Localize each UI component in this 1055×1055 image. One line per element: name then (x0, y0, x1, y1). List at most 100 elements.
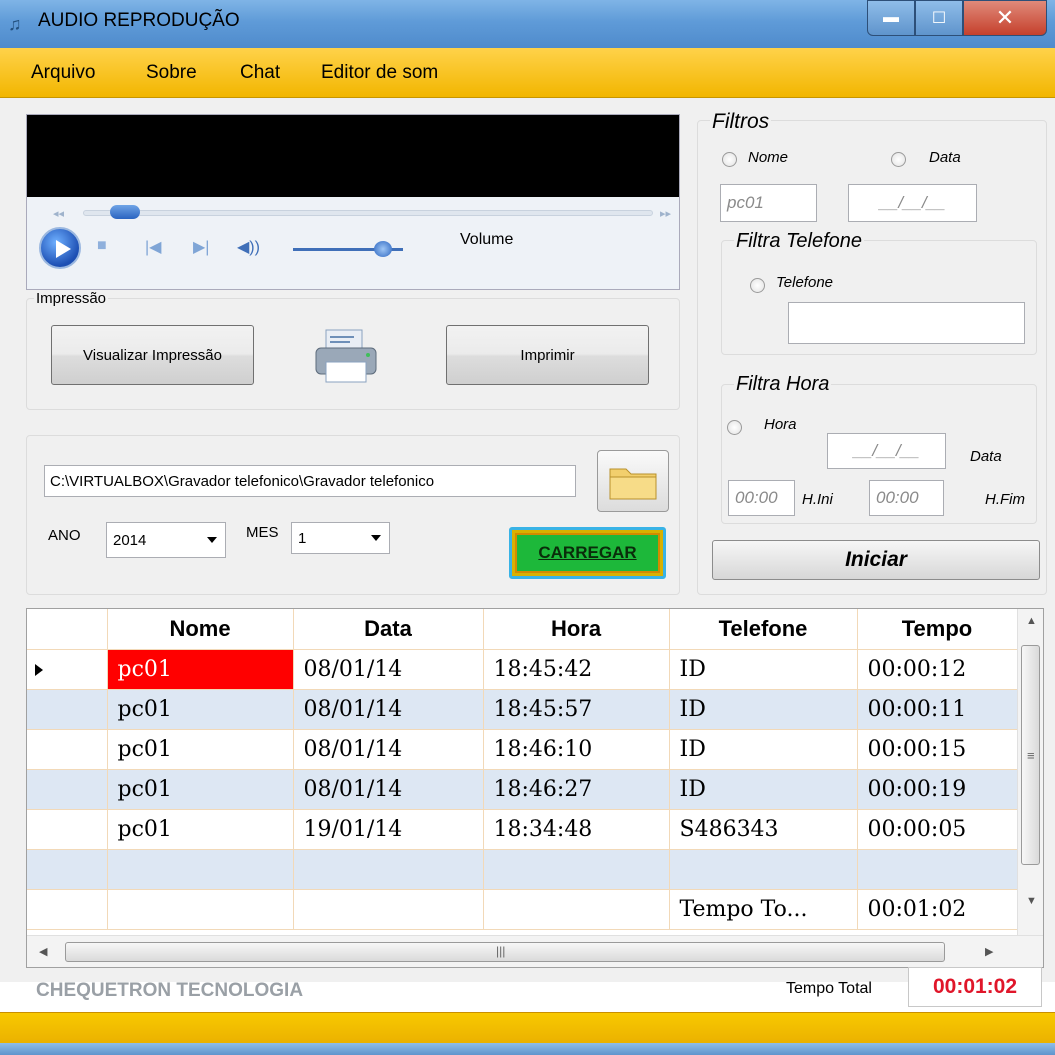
minimize-button[interactable]: ▬ (867, 0, 915, 36)
data-radio-label: Data (929, 149, 961, 166)
row-header[interactable] (27, 769, 108, 810)
stop-icon[interactable]: ■ (97, 237, 107, 255)
table-row[interactable]: pc01 08/01/14 18:46:27 ID 00:00:19 (27, 769, 1018, 810)
menu-editor-de-som[interactable]: Editor de som (321, 62, 438, 84)
column-header-data[interactable]: Data (293, 609, 484, 650)
speaker-icon[interactable]: ◀)) (237, 237, 260, 257)
hora-inicio-input[interactable]: 00:00 (728, 480, 795, 516)
cell-hora[interactable]: 18:45:57 (483, 689, 670, 730)
nome-filter-input[interactable]: pc01 (720, 184, 817, 222)
cell-telefone[interactable]: ID (669, 729, 858, 770)
table-row[interactable]: pc01 08/01/14 18:46:10 ID 00:00:15 (27, 729, 1018, 770)
vertical-scrollbar[interactable]: ▲ ≡ ▼ (1017, 609, 1043, 935)
column-header-tempo[interactable]: Tempo (857, 609, 1018, 650)
scroll-left-icon[interactable]: ◀ (39, 945, 47, 958)
cell-hora[interactable] (483, 849, 670, 890)
column-header-hora[interactable]: Hora (483, 609, 670, 650)
scroll-up-icon[interactable]: ▲ (1026, 615, 1037, 627)
menu-bar: Arquivo Sobre Chat Editor de som (0, 48, 1055, 98)
hora-data-input[interactable]: __/__/__ (827, 433, 946, 469)
cell-telefone[interactable]: ID (669, 769, 858, 810)
ano-select[interactable]: 2014 (106, 522, 226, 558)
seek-bar[interactable] (83, 210, 653, 216)
next-icon[interactable]: ▶| (193, 237, 209, 257)
carregar-button[interactable]: CARREGAR (509, 527, 666, 579)
seek-thumb[interactable] (110, 205, 140, 219)
cell-data[interactable]: 08/01/14 (293, 769, 484, 810)
file-path-input[interactable]: C:\VIRTUALBOX\Gravador telefonico\Gravad… (44, 465, 576, 497)
menu-sobre[interactable]: Sobre (146, 62, 197, 84)
cell-telefone[interactable]: ID (669, 649, 858, 690)
cell-data[interactable]: 19/01/14 (293, 809, 484, 850)
cell-tempo[interactable]: 00:00:12 (857, 649, 1018, 690)
print-button[interactable]: Imprimir (446, 325, 649, 385)
menu-arquivo[interactable]: Arquivo (31, 62, 95, 84)
horizontal-scroll-thumb[interactable]: ||| (65, 942, 945, 962)
iniciar-button[interactable]: Iniciar (712, 540, 1040, 580)
cell-nome[interactable]: pc01 (107, 769, 294, 810)
telefone-input[interactable] (788, 302, 1025, 344)
play-button[interactable] (39, 227, 81, 269)
mes-select[interactable]: 1 (291, 522, 390, 554)
scroll-right-icon[interactable]: ▶ (985, 945, 993, 958)
row-header[interactable] (27, 889, 108, 930)
cell-nome[interactable] (107, 849, 294, 890)
cell-tempo[interactable]: 00:00:19 (857, 769, 1018, 810)
cell-telefone[interactable]: S486343 (669, 809, 858, 850)
menu-chat[interactable]: Chat (240, 62, 280, 84)
cell-telefone[interactable] (669, 849, 858, 890)
column-header-telefone[interactable]: Telefone (669, 609, 858, 650)
row-header[interactable] (27, 849, 108, 890)
tempo-total-value: 00:01:02 (908, 967, 1042, 1007)
cell-hora[interactable] (483, 889, 670, 930)
cell-nome[interactable]: pc01 (107, 689, 294, 730)
nome-radio[interactable] (722, 152, 737, 167)
cell-nome[interactable]: pc01 (107, 809, 294, 850)
ano-value: 2014 (113, 531, 147, 549)
table-row[interactable]: Tempo To... 00:01:02 (27, 889, 1018, 930)
cell-nome[interactable]: pc01 (107, 649, 294, 690)
cell-tempo[interactable]: 00:00:15 (857, 729, 1018, 770)
scroll-down-icon[interactable]: ▼ (1026, 895, 1037, 907)
cell-nome[interactable]: pc01 (107, 729, 294, 770)
cell-data[interactable] (293, 889, 484, 930)
hora-fim-input[interactable]: 00:00 (869, 480, 944, 516)
table-row[interactable]: pc01 08/01/14 18:45:42 ID 00:00:12 (27, 649, 1018, 690)
cell-hora[interactable]: 18:46:10 (483, 729, 670, 770)
table-row[interactable]: pc01 08/01/14 18:45:57 ID 00:00:11 (27, 689, 1018, 730)
data-filter-input[interactable]: __/__/__ (848, 184, 977, 222)
cell-data[interactable]: 08/01/14 (293, 729, 484, 770)
cell-data[interactable]: 08/01/14 (293, 689, 484, 730)
cell-hora[interactable]: 18:45:42 (483, 649, 670, 690)
previous-icon[interactable]: |◀ (145, 237, 161, 257)
column-header-nome[interactable]: Nome (107, 609, 294, 650)
cell-telefone[interactable]: Tempo To... (669, 889, 858, 930)
cell-tempo[interactable] (857, 849, 1018, 890)
table-row[interactable] (27, 849, 1018, 890)
volume-thumb[interactable] (374, 241, 393, 257)
print-preview-button[interactable]: Visualizar Impressão (51, 325, 254, 385)
cell-data[interactable]: 08/01/14 (293, 649, 484, 690)
cell-tempo[interactable]: 00:00:11 (857, 689, 1018, 730)
cell-telefone[interactable]: ID (669, 689, 858, 730)
table-row[interactable]: pc01 19/01/14 18:34:48 S486343 00:00:05 (27, 809, 1018, 850)
cell-hora[interactable]: 18:46:27 (483, 769, 670, 810)
cell-data[interactable] (293, 849, 484, 890)
row-header[interactable] (27, 689, 108, 730)
hora-radio[interactable] (727, 420, 742, 435)
cell-tempo[interactable]: 00:01:02 (857, 889, 1018, 930)
tempo-total-label: Tempo Total (786, 980, 872, 997)
browse-folder-button[interactable] (597, 450, 669, 512)
cell-nome[interactable] (107, 889, 294, 930)
maximize-button[interactable]: ☐ (915, 0, 963, 36)
close-button[interactable]: ✕ (963, 0, 1047, 36)
horizontal-scrollbar[interactable]: ◀ ||| ▶ (27, 935, 1043, 967)
vertical-scroll-thumb[interactable]: ≡ (1021, 645, 1040, 865)
row-header[interactable] (27, 809, 108, 850)
telefone-radio[interactable] (750, 278, 765, 293)
cell-tempo[interactable]: 00:00:05 (857, 809, 1018, 850)
data-radio[interactable] (891, 152, 906, 167)
row-header[interactable] (27, 649, 108, 690)
row-header[interactable] (27, 729, 108, 770)
cell-hora[interactable]: 18:34:48 (483, 809, 670, 850)
